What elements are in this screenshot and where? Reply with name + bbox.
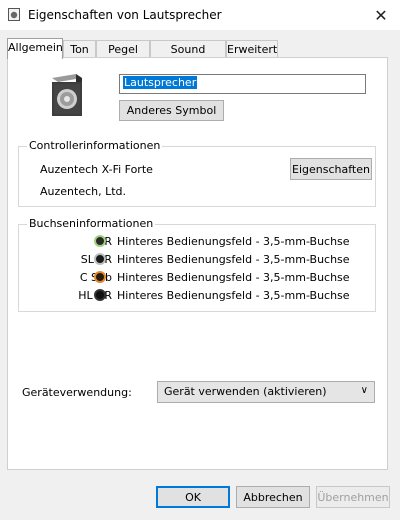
jack-color-icon: [94, 289, 106, 301]
controller-vendor: Auzentech, Ltd.: [40, 185, 127, 198]
jack-row: SL SR Hinteres Bedienungsfeld - 3,5-mm-B…: [28, 252, 368, 268]
speaker-device-icon: [52, 74, 82, 116]
device-name-input[interactable]: Lautsprecher: [119, 74, 366, 94]
jack-row: HL HR Hinteres Bedienungsfeld - 3,5-mm-B…: [28, 288, 368, 304]
change-icon-button[interactable]: Anderes Symbol: [119, 100, 224, 121]
tab-ton[interactable]: Ton: [63, 40, 96, 57]
jack-row: C Sub Hinteres Bedienungsfeld - 3,5-mm-B…: [28, 270, 368, 286]
close-button[interactable]: ✕: [368, 3, 394, 27]
jack-color-icon: [94, 253, 106, 265]
jack-group-label: Buchseninformationen: [27, 217, 156, 230]
controller-properties-button[interactable]: Eigenschaften: [290, 158, 372, 180]
device-usage-value: Gerät verwenden (aktivieren): [164, 385, 327, 398]
speaker-icon: [8, 8, 20, 21]
tab-sound-blaster[interactable]: Sound Blaster: [150, 40, 226, 73]
cancel-button[interactable]: Abbrechen: [236, 486, 310, 508]
device-name-value: Lautsprecher: [123, 76, 198, 89]
controller-name: Auzentech X-Fi Forte: [40, 163, 153, 176]
tab-pegel[interactable]: Pegel: [96, 40, 150, 57]
jack-description: Hinteres Bedienungsfeld - 3,5-mm-Buchse: [117, 271, 350, 284]
device-usage-label: Geräteverwendung:: [22, 386, 132, 399]
jack-description: Hinteres Bedienungsfeld - 3,5-mm-Buchse: [117, 235, 350, 248]
ok-button[interactable]: OK: [156, 486, 230, 508]
jack-row: L R Hinteres Bedienungsfeld - 3,5-mm-Buc…: [28, 234, 368, 250]
chevron-down-icon: ∨: [360, 385, 368, 396]
jack-color-icon: [94, 235, 106, 247]
apply-button[interactable]: Übernehmen: [316, 486, 390, 508]
controller-group-label: Controllerinformationen: [27, 139, 163, 152]
jack-description: Hinteres Bedienungsfeld - 3,5-mm-Buchse: [117, 253, 350, 266]
window-title: Eigenschaften von Lautsprecher: [28, 8, 222, 22]
tab-erweitert[interactable]: Erweitert: [226, 40, 278, 57]
device-usage-select[interactable]: Gerät verwenden (aktivieren) ∨: [157, 381, 375, 403]
title-bar: Eigenschaften von Lautsprecher ✕: [0, 0, 400, 30]
tab-allgemein[interactable]: Allgemein: [7, 38, 63, 59]
jack-color-icon: [94, 271, 106, 283]
jack-description: Hinteres Bedienungsfeld - 3,5-mm-Buchse: [117, 289, 350, 302]
